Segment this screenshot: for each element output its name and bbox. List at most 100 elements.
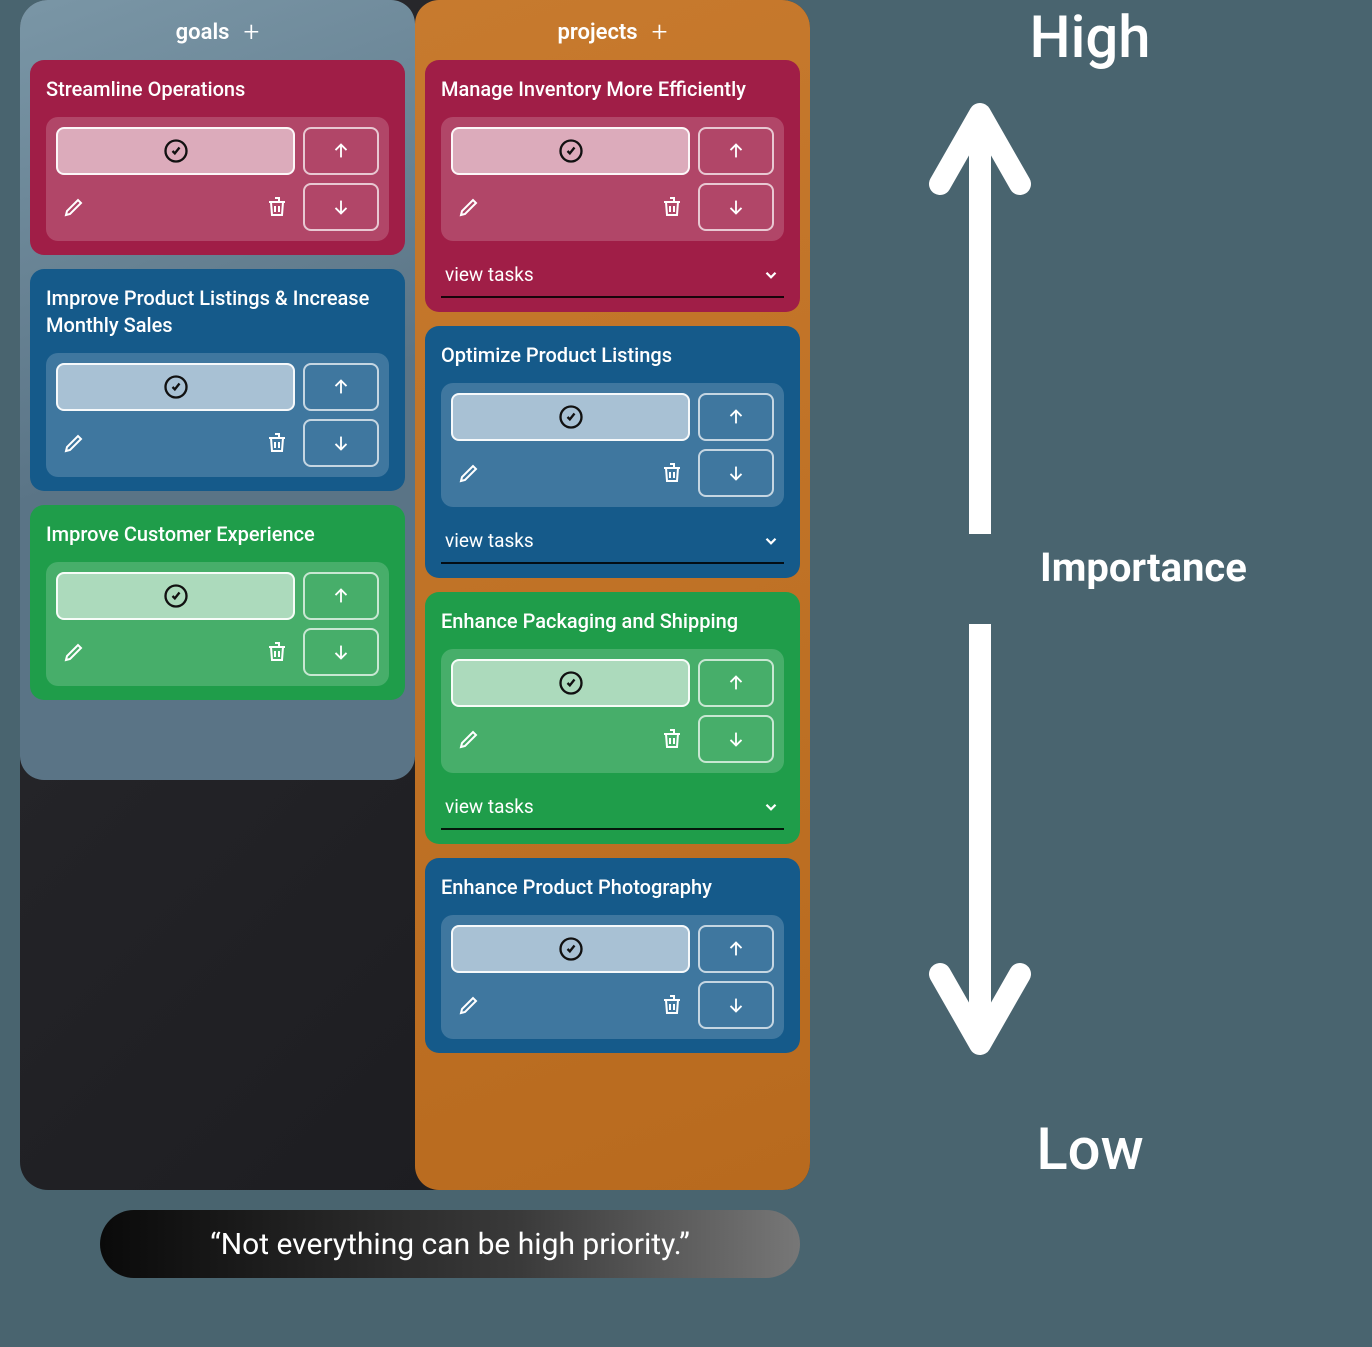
arrow-up-icon	[725, 938, 747, 960]
delete-button[interactable]	[660, 993, 684, 1017]
trash-icon	[660, 461, 684, 485]
move-up-button[interactable]	[698, 659, 774, 707]
board: goals + Streamline Operations	[20, 0, 810, 1190]
axis-arrow-down-icon	[920, 624, 1040, 1064]
delete-button[interactable]	[265, 195, 289, 219]
card-second-row	[56, 628, 295, 676]
move-up-button[interactable]	[303, 363, 379, 411]
complete-button[interactable]	[451, 393, 690, 441]
card-controls	[441, 383, 784, 507]
axis-low-label: Low	[1036, 1116, 1143, 1184]
move-up-button[interactable]	[698, 925, 774, 973]
importance-axis: High Importance Low	[830, 4, 1350, 1184]
card-title: Improve Customer Experience	[46, 521, 389, 548]
move-down-button[interactable]	[698, 449, 774, 497]
arrow-up-icon	[725, 140, 747, 162]
arrow-down-icon	[330, 641, 352, 663]
column-goals: goals + Streamline Operations	[20, 0, 415, 780]
arrow-up-icon	[330, 140, 352, 162]
card-second-row	[451, 981, 690, 1029]
column-title-goals: goals	[176, 20, 230, 45]
edit-button[interactable]	[457, 461, 481, 485]
edit-button[interactable]	[62, 640, 86, 664]
delete-button[interactable]	[660, 461, 684, 485]
move-down-button[interactable]	[303, 419, 379, 467]
pencil-icon	[62, 195, 86, 219]
card-title: Enhance Product Photography	[441, 874, 784, 901]
move-up-button[interactable]	[698, 127, 774, 175]
check-circle-icon	[557, 137, 585, 165]
edit-button[interactable]	[457, 727, 481, 751]
view-tasks-toggle[interactable]: view tasks	[441, 255, 784, 298]
move-up-button[interactable]	[303, 127, 379, 175]
pencil-icon	[62, 640, 86, 664]
pencil-icon	[62, 431, 86, 455]
card-second-row	[451, 449, 690, 497]
goal-card: Improve Product Listings & Increase Mont…	[30, 269, 405, 491]
card-second-row	[451, 715, 690, 763]
plus-icon[interactable]: +	[652, 18, 668, 46]
move-up-button[interactable]	[303, 572, 379, 620]
project-card: Manage Inventory More Efficiently view t…	[425, 60, 800, 312]
pencil-icon	[457, 727, 481, 751]
column-projects: projects + Manage Inventory More Efficie…	[415, 0, 810, 1190]
axis-high-label: High	[1029, 4, 1150, 72]
card-controls	[46, 562, 389, 686]
arrow-down-icon	[330, 432, 352, 454]
arrow-down-icon	[725, 462, 747, 484]
project-card: Optimize Product Listings view tasks	[425, 326, 800, 578]
pencil-icon	[457, 195, 481, 219]
view-tasks-toggle[interactable]: view tasks	[441, 521, 784, 564]
delete-button[interactable]	[660, 195, 684, 219]
column-header-goals: goals +	[30, 10, 405, 60]
delete-button[interactable]	[660, 727, 684, 751]
card-second-row	[56, 183, 295, 231]
edit-button[interactable]	[62, 195, 86, 219]
trash-icon	[660, 195, 684, 219]
complete-button[interactable]	[56, 127, 295, 175]
complete-button[interactable]	[451, 127, 690, 175]
check-circle-icon	[557, 403, 585, 431]
delete-button[interactable]	[265, 431, 289, 455]
check-circle-icon	[557, 935, 585, 963]
card-title: Optimize Product Listings	[441, 342, 784, 369]
pencil-icon	[457, 461, 481, 485]
move-down-button[interactable]	[303, 183, 379, 231]
move-down-button[interactable]	[303, 628, 379, 676]
check-circle-icon	[557, 669, 585, 697]
view-tasks-toggle[interactable]: view tasks	[441, 787, 784, 830]
edit-button[interactable]	[457, 993, 481, 1017]
chevron-down-icon	[762, 532, 780, 550]
move-down-button[interactable]	[698, 981, 774, 1029]
complete-button[interactable]	[56, 363, 295, 411]
project-card: Enhance Packaging and Shipping view task…	[425, 592, 800, 844]
edit-button[interactable]	[62, 431, 86, 455]
card-controls	[441, 915, 784, 1039]
arrow-up-icon	[330, 376, 352, 398]
card-controls	[46, 117, 389, 241]
check-circle-icon	[162, 582, 190, 610]
axis-arrow-up-icon	[920, 94, 1040, 534]
card-title: Streamline Operations	[46, 76, 389, 103]
goal-card: Improve Customer Experience	[30, 505, 405, 700]
column-header-projects: projects +	[425, 10, 800, 60]
complete-button[interactable]	[451, 925, 690, 973]
arrow-down-icon	[725, 728, 747, 750]
card-controls	[46, 353, 389, 477]
arrow-up-icon	[725, 406, 747, 428]
complete-button[interactable]	[56, 572, 295, 620]
move-down-button[interactable]	[698, 183, 774, 231]
complete-button[interactable]	[451, 659, 690, 707]
trash-icon	[265, 640, 289, 664]
arrow-down-icon	[725, 994, 747, 1016]
plus-icon[interactable]: +	[243, 18, 259, 46]
edit-button[interactable]	[457, 195, 481, 219]
card-title: Improve Product Listings & Increase Mont…	[46, 285, 389, 339]
delete-button[interactable]	[265, 640, 289, 664]
move-down-button[interactable]	[698, 715, 774, 763]
card-title: Enhance Packaging and Shipping	[441, 608, 784, 635]
move-up-button[interactable]	[698, 393, 774, 441]
card-title: Manage Inventory More Efficiently	[441, 76, 784, 103]
arrow-down-icon	[330, 196, 352, 218]
pencil-icon	[457, 993, 481, 1017]
